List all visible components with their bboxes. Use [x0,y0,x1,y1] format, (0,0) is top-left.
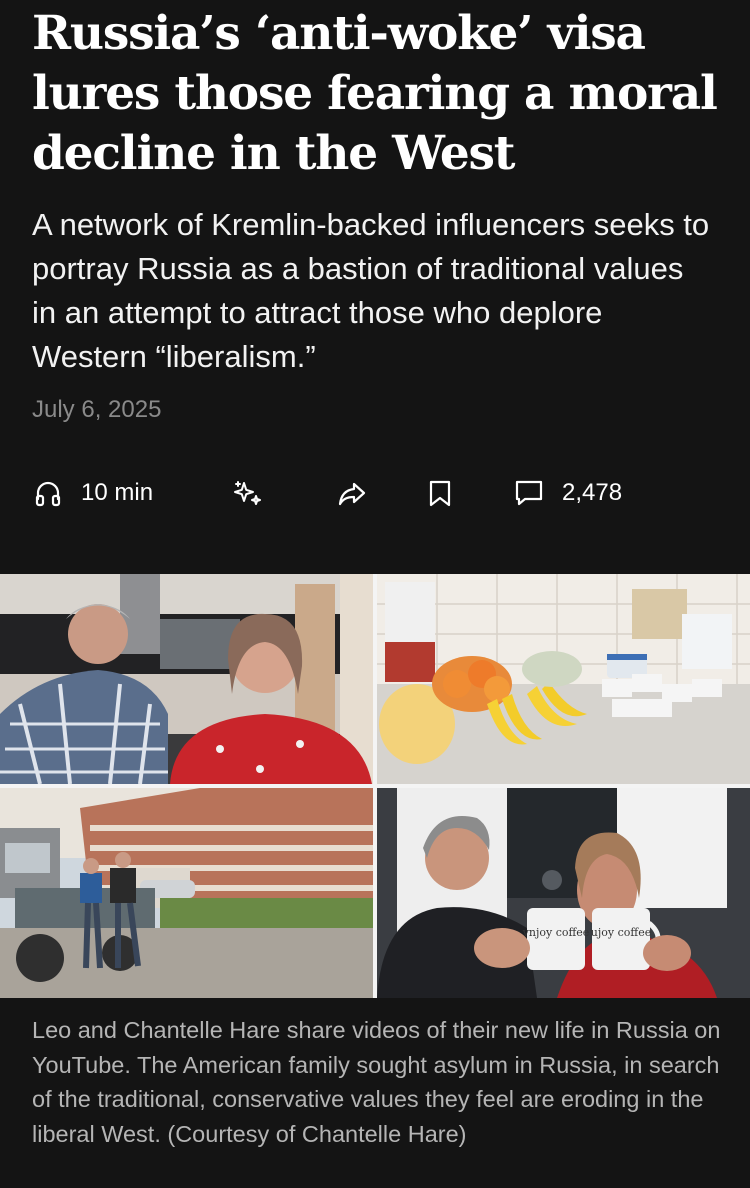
bookmark-button[interactable] [427,470,453,516]
photo-family-on-tractor [0,788,373,998]
listen-duration: 10 min [81,479,154,506]
article-dek: A network of Kremlin-backed influencers … [32,207,710,374]
publish-date: July 6, 2025 [32,396,162,423]
headphones-icon [33,478,63,508]
bookmark-icon [427,478,453,508]
share-button[interactable] [336,470,368,516]
ai-summary-button[interactable] [232,470,264,516]
photo-couple-with-mugs: vnjoy coffee ujoy coffee [377,788,750,998]
article-headline: Russia’s ‘anti-woke’ visa lures those fe… [32,6,718,181]
comments-button[interactable]: 2,478 [514,470,622,516]
article-toolbar: 10 min 2,478 [0,470,750,516]
share-arrow-icon [336,477,368,509]
photo-couple-in-kitchen [0,574,373,784]
mug-text-left: vnjoy coffee [522,926,590,939]
photo-groceries-on-counter [377,574,750,784]
photo-caption: Leo and Chantelle Hare share videos of t… [32,1017,721,1147]
article-photo-collage[interactable]: vnjoy coffee ujoy coffee [0,574,750,998]
listen-button[interactable]: 10 min [33,470,153,516]
mug-text-right: ujoy coffee [591,926,651,939]
sparkles-icon [232,477,264,509]
comment-icon [514,478,544,508]
comment-count: 2,478 [562,479,623,506]
